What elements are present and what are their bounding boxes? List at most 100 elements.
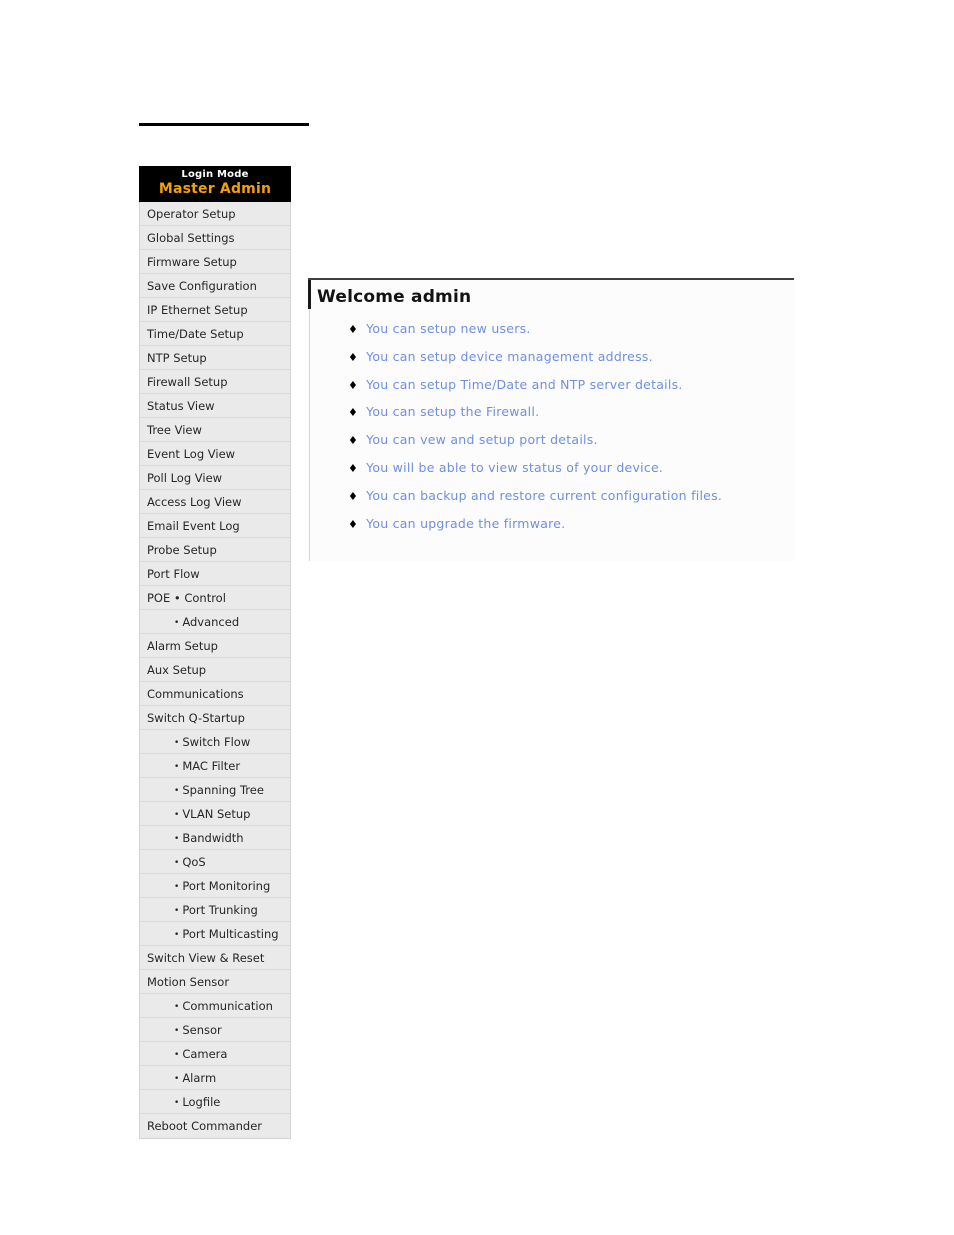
sidebar-item-label: NTP Setup <box>147 351 207 365</box>
sidebar-item-tree-view[interactable]: Tree View <box>140 418 290 442</box>
sidebar-item-ip-ethernet-setup[interactable]: IP Ethernet Setup <box>140 298 290 322</box>
sidebar-item-communications[interactable]: Communications <box>140 682 290 706</box>
bullet-icon: • <box>174 618 180 628</box>
sidebar-item-alarm[interactable]: • Alarm <box>140 1066 290 1090</box>
sidebar-item-label: Firewall Setup <box>147 375 228 389</box>
sidebar-item-label: Sensor <box>182 1023 222 1037</box>
feature-list-item: ♦ You can setup new users. <box>308 316 794 344</box>
feature-text: You can setup the Firewall. <box>366 404 540 420</box>
sidebar-item-label: Switch Q-Startup <box>147 711 245 725</box>
sidebar-item-motion-sensor[interactable]: Motion Sensor <box>140 970 290 994</box>
bullet-icon: • <box>174 786 180 796</box>
sidebar-item-switch-view-reset[interactable]: Switch View & Reset <box>140 946 290 970</box>
sidebar-item-port-multicasting[interactable]: • Port Multicasting <box>140 922 290 946</box>
bullet-icon: • <box>174 1026 180 1036</box>
bullet-icon: • <box>174 858 180 868</box>
diamond-bullet-icon: ♦ <box>348 406 359 420</box>
sidebar-item-time-date-setup[interactable]: Time/Date Setup <box>140 322 290 346</box>
sidebar-item-port-trunking[interactable]: • Port Trunking <box>140 898 290 922</box>
sidebar-item-label: Time/Date Setup <box>147 327 244 341</box>
sidebar-item-switch-q-startup[interactable]: Switch Q-Startup <box>140 706 290 730</box>
sidebar-item-label: Logfile <box>182 1095 221 1109</box>
sidebar-item-label: Alarm <box>182 1071 217 1085</box>
bullet-icon: • <box>174 810 180 820</box>
sidebar-item-label: Port Monitoring <box>182 879 271 893</box>
sidebar-item-label: Probe Setup <box>147 543 217 557</box>
feature-list-item: ♦ You can setup the Firewall. <box>308 399 794 427</box>
sidebar-item-label: Poll Log View <box>147 471 223 485</box>
sidebar-item-ntp-setup[interactable]: NTP Setup <box>140 346 290 370</box>
panel-left-rail <box>309 309 310 561</box>
feature-list-item: ♦ You can setup Time/Date and NTP server … <box>308 372 794 400</box>
sidebar-item-event-log-view[interactable]: Event Log View <box>140 442 290 466</box>
feature-list: ♦ You can setup new users. ♦ You can setup … <box>308 308 794 538</box>
sidebar-item-label: Operator Setup <box>147 207 236 221</box>
login-mode-label: Login Mode <box>181 169 249 180</box>
sidebar-item-label: Email Event Log <box>147 519 240 533</box>
sidebar-item-label: Aux Setup <box>147 663 207 677</box>
sidebar-item-communication[interactable]: • Communication <box>140 994 290 1018</box>
sidebar-item-operator-setup[interactable]: Operator Setup <box>140 202 290 226</box>
sidebar-item-firewall-setup[interactable]: Firewall Setup <box>140 370 290 394</box>
diamond-bullet-icon: ♦ <box>348 517 359 531</box>
sidebar-item-label: Firmware Setup <box>147 255 237 269</box>
sidebar-item-vlan-setup[interactable]: • VLAN Setup <box>140 802 290 826</box>
sidebar-item-label: IP Ethernet Setup <box>147 303 248 317</box>
sidebar-item-aux-setup[interactable]: Aux Setup <box>140 658 290 682</box>
sidebar-item-label: Port Trunking <box>182 903 258 917</box>
sidebar-item-label: Camera <box>182 1047 228 1061</box>
sidebar-item-port-flow[interactable]: Port Flow <box>140 562 290 586</box>
sidebar-item-email-event-log[interactable]: Email Event Log <box>140 514 290 538</box>
sidebar-item-advanced[interactable]: • Advanced <box>140 610 290 634</box>
feature-text: You can vew and setup port details. <box>366 432 598 448</box>
sidebar-item-poe-control[interactable]: POE • Control <box>140 586 290 610</box>
sidebar-item-access-log-view[interactable]: Access Log View <box>140 490 290 514</box>
sidebar-item-poll-log-view[interactable]: Poll Log View <box>140 466 290 490</box>
sidebar-item-label: Bandwidth <box>182 831 244 845</box>
bullet-icon: • <box>174 834 180 844</box>
sidebar-item-label: Motion Sensor <box>147 975 230 989</box>
sidebar-item-label: VLAN Setup <box>182 807 251 821</box>
sidebar: Login Mode Master Admin Operator Setup Gl… <box>139 166 291 1139</box>
bullet-icon: • <box>174 738 180 748</box>
diamond-bullet-icon: ♦ <box>348 350 359 364</box>
bullet-icon: • <box>174 930 180 940</box>
sidebar-item-label: Spanning Tree <box>182 783 264 797</box>
sidebar-item-switch-flow[interactable]: • Switch Flow <box>140 730 290 754</box>
sidebar-item-port-monitoring[interactable]: • Port Monitoring <box>140 874 290 898</box>
sidebar-item-status-view[interactable]: Status View <box>140 394 290 418</box>
sidebar-item-alarm-setup[interactable]: Alarm Setup <box>140 634 290 658</box>
feature-list-item: ♦ You can upgrade the firmware. <box>308 511 794 539</box>
feature-list-item: ♦ You can setup device management address… <box>308 344 794 372</box>
welcome-panel: Welcome admin ♦ You can setup new users. ♦… <box>308 278 794 561</box>
sidebar-item-logfile[interactable]: • Logfile <box>140 1090 290 1114</box>
sidebar-item-camera[interactable]: • Camera <box>140 1042 290 1066</box>
sidebar-item-global-settings[interactable]: Global Settings <box>140 226 290 250</box>
sidebar-item-label: MAC Filter <box>182 759 241 773</box>
sidebar-item-label: Status View <box>147 399 215 413</box>
diamond-bullet-icon: ♦ <box>348 461 359 475</box>
sidebar-item-qos[interactable]: • QoS <box>140 850 290 874</box>
sidebar-item-firmware-setup[interactable]: Firmware Setup <box>140 250 290 274</box>
sidebar-item-reboot-commander[interactable]: Reboot Commander <box>140 1114 290 1138</box>
sidebar-item-sensor[interactable]: • Sensor <box>140 1018 290 1042</box>
sidebar-item-label: Port Flow <box>147 567 200 581</box>
feature-text: You can setup Time/Date and NTP server d… <box>366 376 683 392</box>
feature-list-item: ♦ You will be able to view status of your… <box>308 455 794 483</box>
sidebar-item-save-configuration[interactable]: Save Configuration <box>140 274 290 298</box>
bullet-icon: • <box>174 762 180 772</box>
sidebar-item-label: Advanced <box>182 615 240 629</box>
sidebar-item-spanning-tree[interactable]: • Spanning Tree <box>140 778 290 802</box>
diamond-bullet-icon: ♦ <box>348 434 359 448</box>
feature-list-item: ♦ You can backup and restore current conf… <box>308 483 794 511</box>
sidebar-item-bandwidth[interactable]: • Bandwidth <box>140 826 290 850</box>
feature-text: You will be able to view status of your … <box>366 459 664 475</box>
panel-accent-bar <box>308 280 311 309</box>
sidebar-item-mac-filter[interactable]: • MAC Filter <box>140 754 290 778</box>
login-mode-value: Master Admin <box>158 181 272 197</box>
bullet-icon: • <box>174 882 180 892</box>
feature-text: You can setup new users. <box>366 321 531 336</box>
sidebar-item-probe-setup[interactable]: Probe Setup <box>140 538 290 562</box>
sidebar-item-label: QoS <box>182 855 206 869</box>
sidebar-item-label: POE • Control <box>147 591 226 605</box>
